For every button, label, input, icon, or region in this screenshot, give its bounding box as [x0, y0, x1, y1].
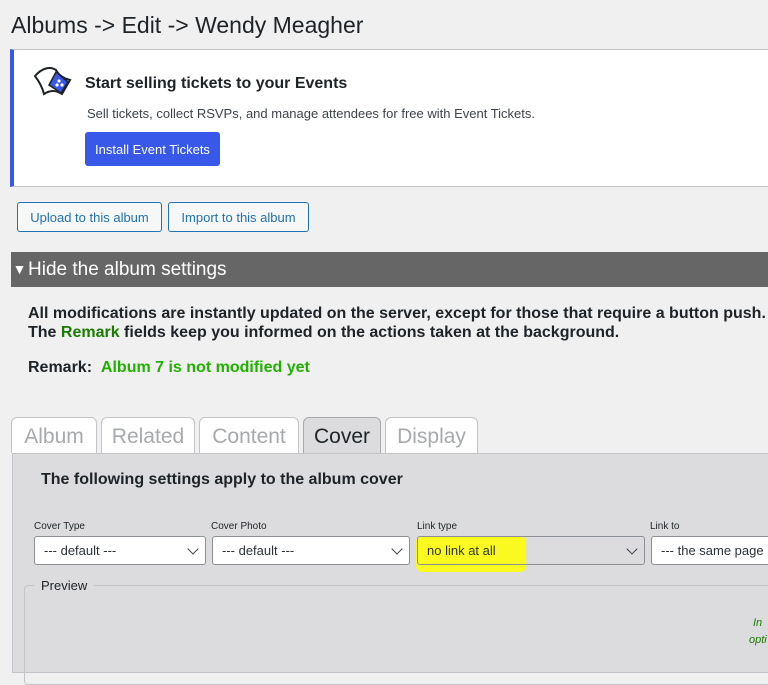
- preview-note-line-2: opti: [749, 634, 767, 646]
- import-to-album-button[interactable]: Import to this album: [168, 202, 309, 232]
- cover-type-value: --- default ---: [44, 543, 117, 558]
- settings-info-line-2: The Remark fields keep you informed on t…: [28, 324, 619, 342]
- link-type-label: Link type: [417, 521, 458, 532]
- cover-type-select[interactable]: --- default ---: [34, 536, 206, 565]
- cover-photo-label: Cover Photo: [211, 521, 267, 532]
- tab-display[interactable]: Display: [385, 417, 478, 453]
- ticket-icon: [33, 67, 72, 96]
- link-to-value: --- the same page: [661, 543, 764, 558]
- link-to-select[interactable]: --- the same page: [651, 536, 768, 565]
- remark-value: Album 7 is not modified yet: [100, 359, 310, 376]
- link-to-label: Link to: [650, 521, 680, 532]
- settings-info-line-1: All modifications are instantly updated …: [28, 305, 766, 322]
- preview-box: [24, 585, 768, 685]
- cover-photo-value: --- default ---: [222, 543, 295, 558]
- remark-row: Remark: Album 7 is not modified yet: [28, 359, 310, 377]
- settings-toggle-label: Hide the album settings: [28, 259, 227, 280]
- link-type-value: no link at all: [427, 543, 496, 558]
- install-event-tickets-button[interactable]: Install Event Tickets: [85, 132, 220, 166]
- remark-word: Remark: [60, 324, 120, 341]
- info-text: The: [28, 324, 61, 341]
- cover-type-label: Cover Type: [34, 521, 85, 532]
- tab-album[interactable]: Album: [11, 417, 97, 453]
- chevron-down-icon: [187, 543, 199, 555]
- tab-cover[interactable]: Cover: [303, 417, 381, 453]
- chevron-down-icon: [391, 543, 403, 555]
- notice-text: Sell tickets, collect RSVPs, and manage …: [87, 106, 535, 121]
- page-title: Albums -> Edit -> Wendy Meagher: [11, 12, 364, 38]
- preview-note-line-1: In: [753, 617, 763, 629]
- tab-related[interactable]: Related: [101, 417, 195, 453]
- info-text: fields keep you informed on the actions …: [119, 324, 620, 341]
- cover-settings-heading: The following settings apply to the albu…: [41, 471, 403, 488]
- chevron-down-icon: [626, 543, 638, 555]
- event-tickets-notice: Start selling tickets to your Events Sel…: [10, 49, 768, 187]
- notice-title: Start selling tickets to your Events: [85, 75, 348, 92]
- hide-album-settings-toggle[interactable]: ▼Hide the album settings: [11, 252, 768, 287]
- link-type-select[interactable]: no link at all: [417, 536, 645, 565]
- preview-legend: Preview: [34, 578, 95, 593]
- remark-label: Remark:: [28, 359, 93, 376]
- triangle-down-icon: ▼: [12, 261, 27, 277]
- upload-to-album-button[interactable]: Upload to this album: [17, 202, 162, 232]
- tab-content[interactable]: Content: [199, 417, 299, 453]
- cover-photo-select[interactable]: --- default ---: [212, 536, 410, 565]
